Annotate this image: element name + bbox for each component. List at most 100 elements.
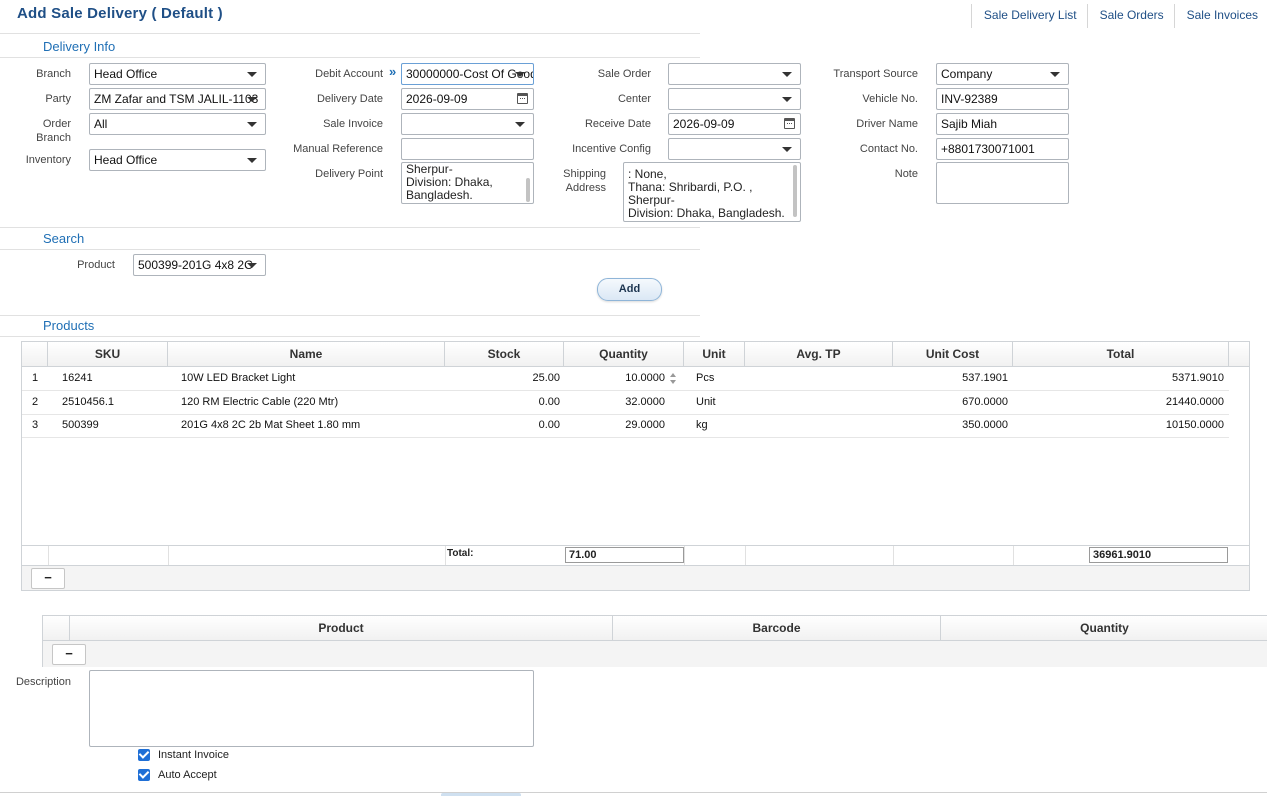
product-search-select[interactable]: 500399-201G 4x8 2C	[133, 254, 266, 276]
totals-col-divider	[1013, 546, 1014, 565]
receive-date-label: Receive Date	[584, 118, 651, 130]
table-cell-unit: kg	[696, 419, 708, 431]
delivery-date-label: Delivery Date	[316, 93, 383, 105]
contact-no-input[interactable]: +8801730071001	[936, 138, 1069, 160]
table-cell-quantity[interactable]: 10.0000	[564, 367, 665, 390]
manual-reference-input[interactable]	[401, 138, 534, 160]
table-cell-name[interactable]: 10W LED Bracket Light	[168, 367, 445, 390]
shipping-address-textarea[interactable]: : None, Thana: Shribardi, P.O. , Sherpur…	[623, 162, 801, 222]
table-cell-name[interactable]: 120 RM Electric Cable (220 Mtr)	[168, 391, 445, 414]
vehicle-no-input[interactable]: INV-92389	[936, 88, 1069, 110]
table-cell-quantity[interactable]: 29.0000	[564, 414, 665, 437]
products-top-divider	[0, 315, 700, 316]
table-cell-quantity[interactable]: 32.0000	[564, 391, 665, 414]
debit-account-label: Debit Account	[315, 68, 383, 80]
chevron-down-icon	[247, 158, 257, 163]
chevron-down-icon	[782, 97, 792, 102]
row-number-header	[22, 342, 48, 367]
calendar-icon[interactable]	[517, 93, 528, 104]
row-number: 3	[31, 419, 39, 431]
table-cell-stock: 0.00	[538, 396, 560, 408]
delivery-date-input[interactable]: 2026-09-09	[401, 88, 534, 110]
table-cell-sku[interactable]: 16241	[48, 367, 168, 390]
center-label: Center	[617, 93, 651, 105]
remove-barcode-row-button[interactable]: −	[52, 644, 86, 665]
table-cell-avg-tp	[745, 367, 893, 390]
quantity-stepper[interactable]	[670, 373, 677, 385]
nav-sale-delivery-list[interactable]: Sale Delivery List	[970, 4, 1087, 28]
description-textarea[interactable]	[89, 670, 534, 747]
col-barcode-header[interactable]: Barcode	[613, 616, 941, 641]
col-name-header[interactable]: Name	[168, 342, 445, 367]
debit-account-select[interactable]: 30000000-Cost Of Goods	[401, 63, 534, 85]
col-avg-tp-header[interactable]: Avg. TP	[745, 342, 893, 367]
table-cell-avg-tp	[745, 414, 893, 437]
transport-source-label: Transport Source	[833, 68, 918, 80]
table-cell-unit: Unit	[696, 396, 716, 408]
col-unit-cost-header[interactable]: Unit Cost	[893, 342, 1013, 367]
col-quantity-header[interactable]: Quantity	[941, 616, 1267, 641]
table-cell-unit-cost[interactable]: 670.0000	[893, 391, 1008, 414]
nav-sale-orders[interactable]: Sale Orders	[1086, 4, 1174, 28]
transport-source-select[interactable]: Company	[936, 63, 1069, 85]
table-cell-unit-cost[interactable]: 350.0000	[893, 414, 1008, 437]
row-number: 2	[31, 396, 39, 408]
table-cell-name[interactable]: 201G 4x8 2C 2b Mat Sheet 1.80 mm	[168, 414, 445, 437]
add-button[interactable]: Add	[597, 278, 662, 301]
sale-order-label: Sale Order	[597, 68, 651, 80]
vehicle-no-label: Vehicle No.	[862, 93, 918, 105]
party-select[interactable]: ZM Zafar and TSM JALIL-1103	[89, 88, 266, 110]
inventory-select[interactable]: Head Office	[89, 149, 266, 171]
table-cell-total: 21440.0000	[1165, 396, 1224, 408]
table-cell-sku[interactable]: 500399	[48, 414, 168, 437]
delivery-point-textarea[interactable]: Sherpur- Division: Dhaka, Bangladesh.	[401, 162, 534, 204]
note-textarea[interactable]	[936, 162, 1069, 204]
col-unit-header[interactable]: Unit	[684, 342, 745, 367]
center-select[interactable]	[668, 88, 801, 110]
chevron-down-icon	[247, 97, 257, 102]
chevron-down-icon	[1050, 72, 1060, 77]
table-cell-total: 5371.9010	[1172, 372, 1224, 384]
nav-sale-invoices[interactable]: Sale Invoices	[1173, 4, 1267, 28]
remove-row-button[interactable]: −	[31, 568, 65, 589]
scrollbar[interactable]	[793, 165, 797, 217]
col-quantity-header[interactable]: Quantity	[564, 342, 684, 367]
branch-label: Branch	[36, 68, 71, 80]
scrollbar[interactable]	[526, 178, 530, 202]
order-branch-select[interactable]: All	[89, 113, 266, 135]
auto-accept-checkbox[interactable]	[138, 769, 150, 781]
table-cell-avg-tp	[745, 391, 893, 414]
sale-invoice-select[interactable]	[401, 113, 534, 135]
totals-col-divider	[168, 546, 169, 565]
col-total-header[interactable]: Total	[1013, 342, 1229, 367]
sale-order-select[interactable]	[668, 63, 801, 85]
inventory-label: Inventory	[25, 154, 71, 166]
col-sku-header[interactable]: SKU	[48, 342, 168, 367]
totals-col-divider	[48, 546, 49, 565]
chevron-down-icon	[247, 263, 257, 268]
instant-invoice-label[interactable]: Instant Invoice	[158, 749, 229, 761]
instant-invoice-checkbox[interactable]	[138, 749, 150, 761]
note-label: Note	[894, 168, 918, 180]
table-cell-unit-cost[interactable]: 537.1901	[893, 367, 1008, 390]
total-label: Total:	[447, 548, 474, 559]
products-title: Products	[43, 318, 95, 333]
col-product-header[interactable]: Product	[70, 616, 613, 641]
receive-date-input[interactable]: 2026-09-09	[668, 113, 801, 135]
calendar-icon[interactable]	[784, 118, 795, 129]
col-stock-header[interactable]: Stock	[445, 342, 564, 367]
double-chevron-right-icon[interactable]: »	[389, 64, 396, 79]
branch-select[interactable]: Head Office	[89, 63, 266, 85]
table-cell-unit: Pcs	[696, 372, 715, 384]
chevron-down-icon	[515, 122, 525, 127]
search-top-divider	[0, 227, 700, 228]
totals-col-divider	[445, 546, 446, 565]
grid-footer	[43, 641, 1267, 667]
footer-divider	[0, 792, 1267, 793]
products-grid: SKU Name Stock Quantity Unit Avg. TP Uni…	[21, 341, 1250, 591]
driver-name-input[interactable]: Sajib Miah	[936, 113, 1069, 135]
table-cell-sku[interactable]: 2510456.1	[48, 391, 168, 414]
totals-col-divider	[745, 546, 746, 565]
auto-accept-label[interactable]: Auto Accept	[158, 769, 217, 781]
incentive-config-select[interactable]	[668, 138, 801, 160]
